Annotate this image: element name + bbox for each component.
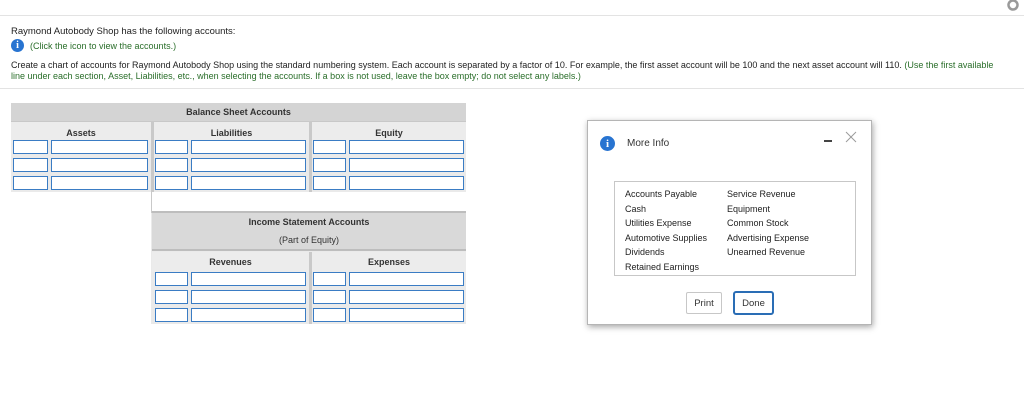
account-item: Advertising Expense — [727, 232, 810, 243]
account-item: Automotive Supplies — [625, 232, 708, 243]
account-item: Accounts Payable — [625, 189, 698, 199]
revenues-name-select-3[interactable] — [191, 308, 306, 322]
info-icon[interactable]: i — [11, 39, 24, 52]
equity-number-input-2[interactable] — [313, 158, 346, 172]
account-item: Equipment — [727, 203, 771, 214]
expenses-number-input-3[interactable] — [313, 308, 346, 322]
account-item: Retained Earnings — [625, 261, 700, 272]
liabilities-number-input-1[interactable] — [155, 140, 188, 154]
expenses-name-select-2[interactable] — [349, 290, 464, 304]
info-icon: i — [600, 136, 615, 151]
instructions: Create a chart of accounts for Raymond A… — [11, 60, 1006, 82]
accounts-list-box: Accounts Payable Cash Utilities Expense … — [614, 181, 856, 276]
account-item: Common Stock — [727, 218, 789, 228]
equity-name-select-1[interactable] — [349, 140, 464, 154]
column-separator — [309, 252, 312, 324]
done-button[interactable]: Done — [733, 291, 774, 315]
minimize-icon[interactable] — [824, 140, 832, 142]
equity-number-input-3[interactable] — [313, 176, 346, 190]
section-divider — [0, 88, 1024, 89]
revenues-number-input-1[interactable] — [155, 272, 188, 286]
info-link-row[interactable]: i (Click the icon to view the accounts.) — [11, 39, 176, 52]
balance-sheet-bottom-gap — [152, 192, 466, 211]
intro-text: Raymond Autobody Shop has the following … — [11, 26, 236, 37]
expenses-name-select-3[interactable] — [349, 308, 464, 322]
income-statement-subtitle: (Part of Equity) — [278, 235, 340, 245]
more-info-dialog: i More Info Accounts Payable Cash Utilit… — [587, 120, 872, 325]
account-item: Utilities Expense — [625, 218, 692, 228]
account-item: Service Revenue — [727, 189, 796, 199]
assets-name-select-1[interactable] — [51, 140, 148, 154]
revenues-number-input-3[interactable] — [155, 308, 188, 322]
liabilities-name-select-2[interactable] — [191, 158, 306, 172]
assets-blank-area — [11, 192, 151, 324]
assets-name-select-3[interactable] — [51, 176, 148, 190]
revenues-header: Revenues — [152, 252, 309, 272]
assets-name-select-2[interactable] — [51, 158, 148, 172]
assets-number-input-3[interactable] — [13, 176, 48, 190]
revenues-name-select-2[interactable] — [191, 290, 306, 304]
expenses-number-input-2[interactable] — [313, 290, 346, 304]
print-button[interactable]: Print — [686, 292, 722, 314]
assets-number-input-2[interactable] — [13, 158, 48, 172]
revenues-name-select-1[interactable] — [191, 272, 306, 286]
equity-number-input-1[interactable] — [313, 140, 346, 154]
close-icon[interactable] — [844, 130, 858, 144]
instructions-main: Create a chart of accounts for Raymond A… — [11, 60, 905, 70]
info-link[interactable]: (Click the icon to view the accounts.) — [30, 41, 176, 51]
expenses-name-select-1[interactable] — [349, 272, 464, 286]
income-statement-title: Income Statement Accounts — [248, 217, 370, 227]
top-divider — [0, 15, 1024, 16]
equity-name-select-2[interactable] — [349, 158, 464, 172]
income-statement-bottom-rule — [152, 249, 466, 251]
income-statement-header: Income Statement Accounts (Part of Equit… — [152, 213, 466, 249]
accounts-column-1: Accounts Payable Cash Utilities Expense … — [625, 187, 707, 274]
accounts-column-2: Service Revenue Equipment Common Stock A… — [727, 187, 809, 260]
liabilities-name-select-1[interactable] — [191, 140, 306, 154]
dialog-title: More Info — [627, 138, 670, 149]
chart-of-accounts-worksheet: Balance Sheet Accounts Assets Liabilitie… — [11, 103, 466, 324]
assets-number-input-1[interactable] — [13, 140, 48, 154]
expenses-number-input-1[interactable] — [313, 272, 346, 286]
account-item: Cash — [625, 203, 647, 214]
revenues-number-input-2[interactable] — [155, 290, 188, 304]
balance-sheet-title: Balance Sheet Accounts — [11, 103, 466, 121]
account-item: Dividends — [625, 247, 665, 257]
liabilities-number-input-3[interactable] — [155, 176, 188, 190]
account-item: Unearned Revenue — [727, 247, 806, 257]
gear-icon[interactable] — [1005, 0, 1021, 13]
expenses-header: Expenses — [312, 252, 466, 272]
equity-name-select-3[interactable] — [349, 176, 464, 190]
liabilities-name-select-3[interactable] — [191, 176, 306, 190]
liabilities-number-input-2[interactable] — [155, 158, 188, 172]
